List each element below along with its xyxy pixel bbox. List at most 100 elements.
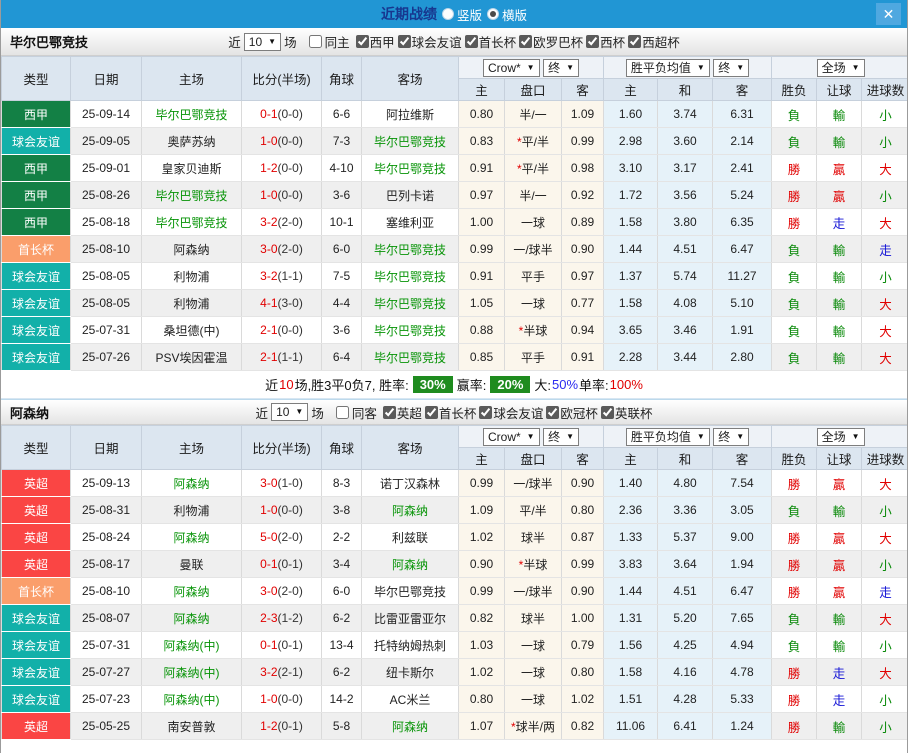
league-filter[interactable]: 欧冠杯 — [543, 403, 598, 422]
halftime-score: (0-0) — [277, 161, 303, 175]
league-filter[interactable]: 欧罗巴杯 — [516, 32, 583, 51]
league-checkbox[interactable] — [424, 405, 438, 419]
same-home-filter[interactable]: 同主 — [306, 32, 350, 51]
fulltime-group-header: 全场 ▼ — [771, 425, 907, 448]
league-checkbox[interactable] — [479, 405, 493, 419]
handicap-away-odds: 0.92 — [561, 181, 605, 209]
europe-draw-odds: 5.74 — [657, 262, 714, 290]
fulltime-select[interactable]: 全场 ▼ — [816, 58, 865, 77]
league-checkbox[interactable] — [519, 35, 533, 48]
same-away-checkbox[interactable] — [335, 405, 349, 419]
window-title: 近期战绩 — [380, 6, 437, 22]
fulltime-score: 2-1 — [260, 350, 278, 364]
odds-time-select[interactable]: 终 ▼ — [543, 427, 580, 446]
corner-score: 6-2 — [321, 658, 362, 686]
europe-time-select[interactable]: 终 ▼ — [713, 427, 750, 446]
radio-unselected-icon[interactable] — [441, 8, 454, 20]
result-handicap: 輸 — [816, 100, 863, 128]
europe-draw-odds: 3.74 — [657, 100, 714, 128]
close-button[interactable]: ✕ — [876, 3, 901, 25]
league-filter[interactable]: 英联杯 — [598, 403, 652, 422]
result-goals: 大 — [861, 604, 907, 632]
chevron-down-icon: ▼ — [566, 431, 575, 441]
same-home-checkbox[interactable] — [308, 35, 322, 48]
match-type: 球会友谊 — [1, 631, 71, 659]
match-date: 25-09-13 — [70, 469, 142, 497]
handicap-home-odds: 0.99 — [458, 469, 505, 497]
league-checkbox[interactable] — [546, 405, 560, 419]
europe-odds-select[interactable]: 胜平负均值 ▼ — [625, 58, 710, 77]
league-filter[interactable]: 西甲 — [353, 32, 395, 51]
match-count-select[interactable]: 10 ▼ — [271, 403, 309, 421]
europe-home-odds: 1.40 — [603, 469, 659, 497]
match-count-select[interactable]: 10 ▼ — [243, 32, 282, 51]
match-score: 2-1(0-0) — [241, 316, 322, 344]
europe-home-odds: 3.83 — [603, 550, 659, 578]
result-winlose: 負 — [771, 100, 818, 128]
home-team: 桑坦德(中) — [141, 316, 242, 344]
handicap-line: 平手 — [504, 262, 562, 290]
result-winlose: 負 — [771, 316, 818, 344]
col-header-home: 主场 — [141, 425, 242, 470]
europe-away-odds: 4.78 — [712, 658, 773, 686]
league-filter[interactable]: 球会友谊 — [395, 32, 462, 51]
layout-vertical-label: 竖版 — [456, 8, 482, 23]
sub-header-eu-draw: 和 — [657, 447, 714, 470]
league-checkbox[interactable] — [382, 405, 396, 419]
odds-company-select[interactable]: Crow* ▼ — [483, 58, 540, 77]
result-winlose: 負 — [771, 289, 818, 317]
col-header-corner: 角球 — [321, 425, 362, 470]
league-checkbox[interactable] — [600, 405, 614, 419]
col-header-corner: 角球 — [321, 56, 362, 101]
col-header-score: 比分(半场) — [241, 56, 322, 101]
recent-results-window: 近期战绩 竖版 横版 ✕ 毕尔巴鄂竞技 近 10 ▼ 场 同主 西甲 球会友谊 … — [0, 0, 908, 753]
odds-time-select[interactable]: 终 ▼ — [543, 58, 580, 77]
home-team: 阿森纳 — [141, 577, 242, 605]
europe-time-select[interactable]: 终 ▼ — [713, 58, 750, 77]
sub-header-handicap: 让球 — [816, 447, 863, 470]
league-checkbox[interactable] — [586, 35, 600, 48]
league-label: 欧冠杯 — [560, 406, 598, 421]
league-filter[interactable]: 西超杯 — [625, 32, 680, 51]
halftime-score: (3-0) — [277, 296, 303, 310]
result-goals: 小 — [861, 712, 907, 740]
result-winlose: 負 — [771, 127, 818, 155]
away-team: 塞维利亚 — [361, 208, 459, 236]
europe-home-odds: 1.60 — [603, 100, 659, 128]
same-away-filter[interactable]: 同客 — [333, 403, 377, 422]
result-winlose: 負 — [771, 235, 818, 263]
match-date: 25-09-14 — [70, 100, 142, 128]
league-filter[interactable]: 首长杯 — [422, 403, 476, 422]
league-filter[interactable]: 英超 — [380, 403, 422, 422]
fulltime-select[interactable]: 全场 ▼ — [816, 427, 865, 446]
corner-score: 3-4 — [321, 550, 362, 578]
match-type: 球会友谊 — [1, 316, 71, 344]
layout-horizontal-radio[interactable]: 横版 — [487, 5, 527, 24]
chevron-down-icon: ▼ — [851, 431, 860, 441]
handicap-away-odds: 0.79 — [561, 631, 605, 659]
layout-vertical-radio[interactable]: 竖版 — [441, 5, 482, 24]
league-checkbox[interactable] — [464, 35, 478, 48]
handicap-home-odds: 1.09 — [458, 496, 505, 524]
home-team: 利物浦 — [141, 262, 242, 290]
col-header-type: 类型 — [1, 56, 71, 101]
league-filter[interactable]: 西杯 — [583, 32, 625, 51]
league-checkbox[interactable] — [355, 35, 369, 48]
odds-company-select[interactable]: Crow* ▼ — [483, 427, 540, 446]
result-goals: 走 — [861, 577, 907, 605]
league-checkbox[interactable] — [628, 35, 642, 48]
league-filter[interactable]: 首长杯 — [462, 32, 516, 51]
league-checkbox[interactable] — [397, 35, 411, 48]
radio-selected-icon[interactable] — [487, 8, 499, 20]
europe-away-odds: 5.33 — [712, 685, 773, 713]
match-date: 25-07-31 — [70, 316, 142, 344]
handicap-away-odds: 0.80 — [561, 658, 605, 686]
europe-away-odds: 2.80 — [712, 343, 773, 371]
result-handicap: 輸 — [816, 262, 863, 290]
europe-odds-select[interactable]: 胜平负均值 ▼ — [625, 427, 710, 446]
europe-draw-odds: 5.20 — [657, 604, 714, 632]
league-filter[interactable]: 球会友谊 — [476, 403, 543, 422]
handicap-line: 一球 — [504, 289, 562, 317]
result-winlose: 勝 — [771, 523, 818, 551]
europe-draw-odds: 3.80 — [657, 208, 714, 236]
